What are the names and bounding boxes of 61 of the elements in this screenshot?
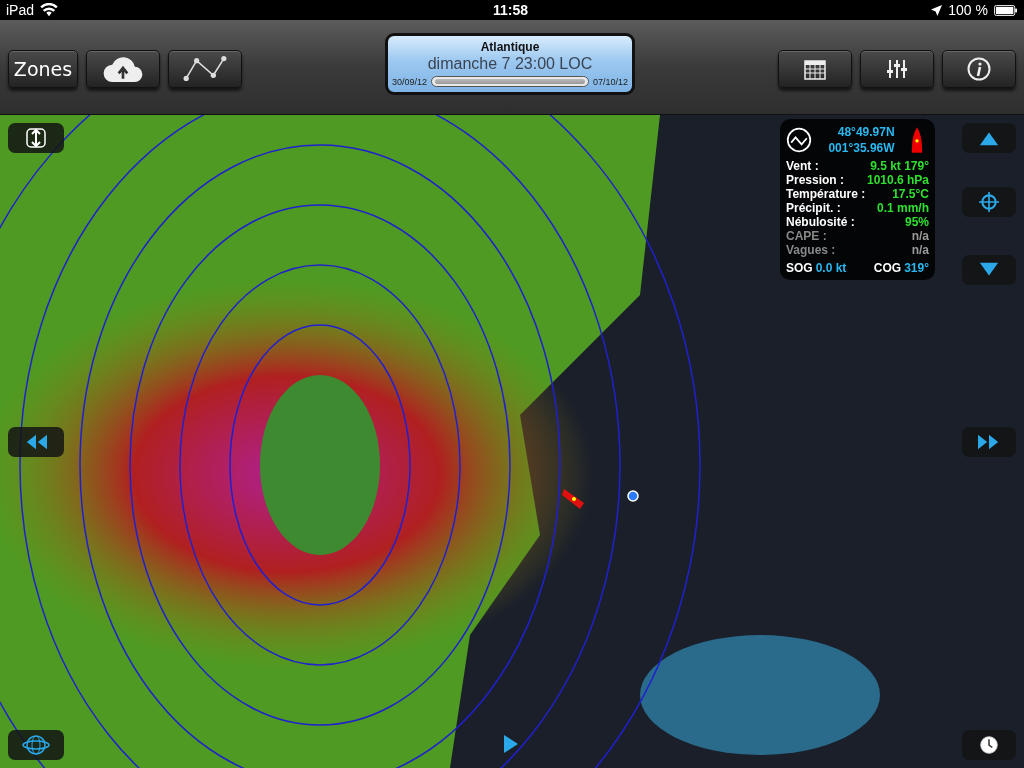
location-dot-icon [627, 490, 639, 502]
route-button[interactable] [168, 50, 242, 88]
up-button[interactable] [962, 123, 1016, 153]
route-line-icon [182, 55, 228, 83]
rewind-icon [25, 432, 47, 452]
info-button[interactable] [942, 50, 1016, 88]
carrier-label: iPad [6, 2, 35, 18]
center-button[interactable] [962, 187, 1016, 217]
location-arrow-icon [931, 4, 943, 16]
field-value: 17.5°C [891, 188, 929, 201]
clock-time: 11:58 [493, 2, 529, 18]
wifi-icon [40, 3, 59, 17]
resize-button[interactable] [8, 123, 64, 153]
battery-icon [994, 4, 1018, 16]
sliders-icon [886, 59, 908, 79]
fast-forward-button[interactable] [962, 427, 1016, 457]
calendar-icon [804, 58, 826, 80]
wave-icon [786, 127, 812, 153]
field-label: Précipit. : [786, 202, 842, 215]
clock-icon [978, 735, 1000, 755]
field-value: n/a [910, 244, 929, 257]
sliders-button[interactable] [860, 50, 934, 88]
field-label: Vagues : [786, 244, 837, 257]
info-icon [967, 57, 991, 81]
center-icon [978, 192, 1000, 212]
field-value: n/a [910, 230, 929, 243]
field-value: 9.5 kt 179° [869, 160, 929, 173]
cloud-upload-icon [101, 55, 145, 83]
globe-button[interactable] [8, 730, 64, 760]
cloud-button[interactable] [86, 50, 160, 88]
field-value: 0.1 mm/h [875, 202, 929, 215]
end-date: 07/10/12 [592, 76, 628, 87]
rewind-button[interactable] [8, 427, 64, 457]
zone-title: Atlantique [480, 40, 540, 54]
field-label: Vent : [786, 160, 820, 173]
resize-icon [25, 128, 47, 148]
field-value: 1010.6 hPa [865, 174, 929, 187]
timeline-slider[interactable] [431, 76, 589, 87]
cog-value: 319° [904, 261, 929, 275]
fast-forward-icon [978, 432, 1000, 452]
start-date: 30/09/12 [392, 76, 428, 87]
field-label: Température : [786, 188, 866, 201]
clock-button[interactable] [962, 730, 1016, 760]
down-button[interactable] [962, 255, 1016, 285]
cog-label: COG [873, 261, 902, 275]
field-value: 95% [903, 216, 929, 229]
timeline-panel[interactable]: Atlantique dimanche 7 23:00 LOC 30/09/12 07/10/12 [385, 33, 635, 95]
field-label: Pression : [786, 174, 846, 187]
battery-percent: 100 % [948, 2, 988, 18]
field-label: Nébulosité : [786, 216, 856, 229]
zones-button[interactable]: Zones [8, 50, 78, 88]
boat-icon [911, 127, 923, 153]
globe-icon [22, 733, 50, 757]
longitude: 001°35.96W [828, 140, 895, 156]
latitude: 48°49.97N [836, 124, 895, 140]
play-icon[interactable] [504, 735, 518, 753]
calendar-button[interactable] [778, 50, 852, 88]
sog-label: SOG [786, 261, 813, 275]
forecast-datetime: dimanche 7 23:00 LOC [427, 55, 593, 73]
sog-value: 0.0 kt [815, 261, 847, 275]
field-label: CAPE : [786, 230, 828, 243]
